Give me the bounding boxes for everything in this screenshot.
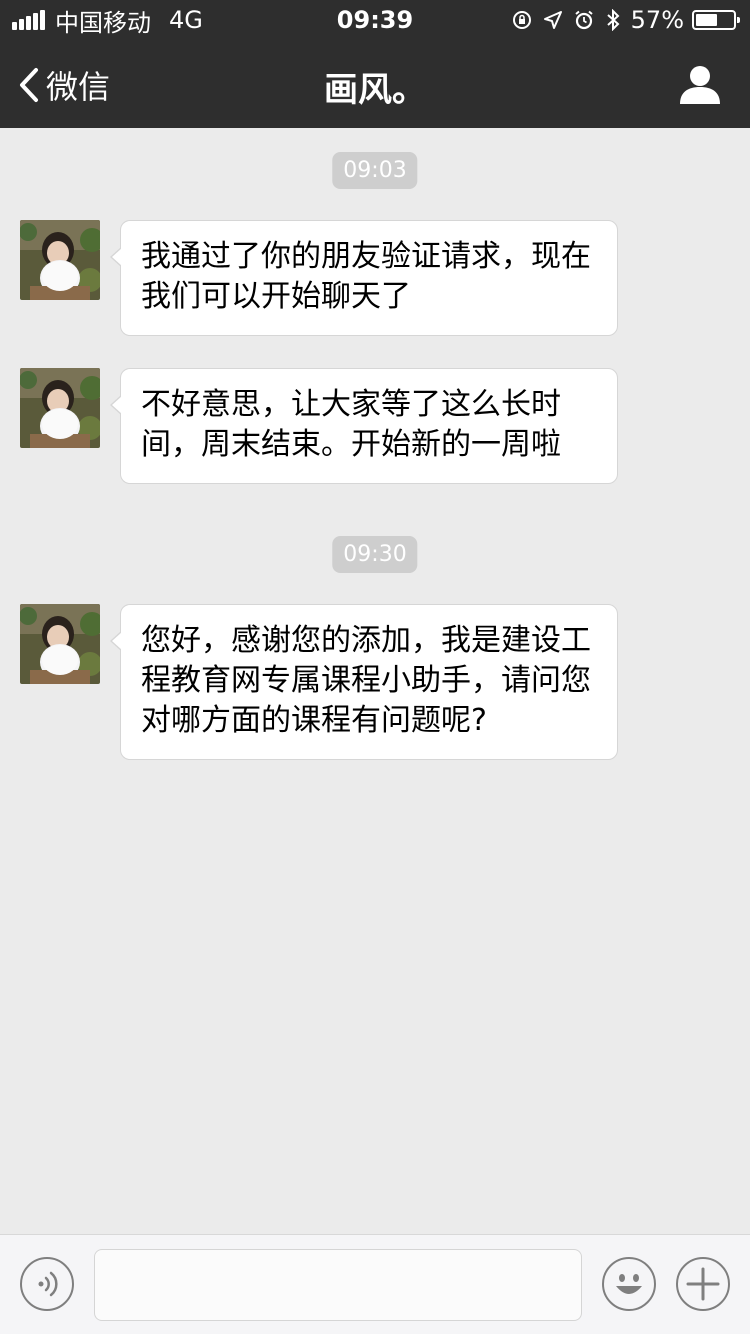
- avatar-image: [20, 220, 100, 300]
- battery-fill: [696, 14, 717, 26]
- person-icon[interactable]: [678, 64, 722, 104]
- status-right: 57%: [501, 6, 740, 34]
- battery-icon: [692, 10, 740, 30]
- message-row: 我通过了你的朋友验证请求，现在我们可以开始聊天了: [20, 220, 618, 336]
- plus-icon: [686, 1267, 720, 1301]
- avatar[interactable]: [20, 220, 100, 300]
- avatar-image: [20, 604, 100, 684]
- input-bar: [0, 1234, 750, 1334]
- avatar[interactable]: [20, 604, 100, 684]
- timestamp-pill: 09:30: [332, 536, 418, 573]
- avatar[interactable]: [20, 368, 100, 448]
- timestamp-pill: 09:03: [332, 152, 418, 189]
- bluetooth-icon: [606, 9, 620, 31]
- battery-percent: 57%: [630, 6, 684, 34]
- emoji-icon: [616, 1274, 642, 1294]
- message-bubble[interactable]: 您好，感谢您的添加，我是建设工程教育网专属课程小助手，请问您对哪方面的课程有问题…: [110, 604, 618, 760]
- location-icon: [543, 11, 562, 29]
- voice-button[interactable]: [20, 1257, 74, 1311]
- chat-title: 画风。: [324, 70, 426, 110]
- status-bar: 中国移动 4G 09:39 57%: [0, 0, 750, 40]
- more-button[interactable]: [676, 1257, 730, 1311]
- message-row: 您好，感谢您的添加，我是建设工程教育网专属课程小助手，请问您对哪方面的课程有问题…: [20, 604, 618, 760]
- message-input[interactable]: [94, 1249, 582, 1321]
- avatar-image: [20, 368, 100, 448]
- message-bubble[interactable]: 我通过了你的朋友验证请求，现在我们可以开始聊天了: [110, 220, 618, 336]
- rotation-lock-icon: [512, 11, 531, 29]
- voice-icon: [38, 1271, 58, 1297]
- emoji-button[interactable]: [602, 1257, 656, 1311]
- message-bubble[interactable]: 不好意思，让大家等了这么长时间，周末结束。开始新的一周啦: [110, 368, 618, 484]
- alarm-icon: [575, 10, 593, 30]
- nav-bar: 微信 画风。: [0, 40, 750, 128]
- message-row: 不好意思，让大家等了这么长时间，周末结束。开始新的一周啦: [20, 368, 618, 484]
